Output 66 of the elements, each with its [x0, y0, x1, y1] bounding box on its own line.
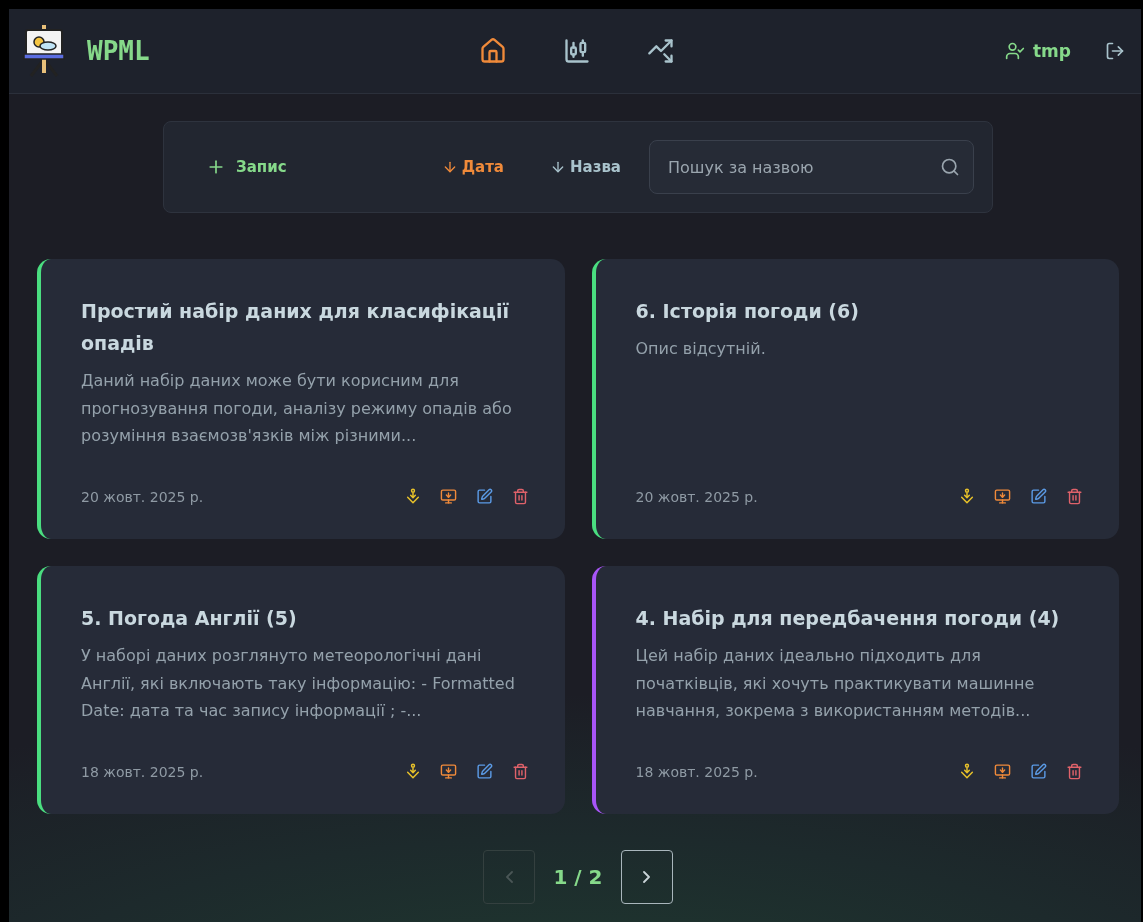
download-button[interactable] — [959, 488, 975, 505]
trash-icon — [511, 488, 529, 505]
card-date: 20 жовт. 2025 р. — [81, 488, 204, 505]
delete-button[interactable] — [1066, 488, 1083, 505]
download-button[interactable] — [404, 488, 421, 505]
next-page-button[interactable] — [620, 850, 673, 904]
card-title: 4. Набір для передбачення погоди (4) — [635, 606, 1061, 631]
trend-icon — [647, 37, 675, 65]
brand-name: WPML — [87, 36, 150, 66]
monitor-download-icon — [439, 488, 457, 505]
search-icon — [940, 157, 960, 177]
card-description: Опис відсутній. — [635, 338, 767, 360]
edit-button[interactable] — [475, 488, 493, 505]
dataset-card[interactable]: Простий набір даних для класифікації опадів Даний набір даних може бути корисним для прогнозування погоди, аналізу режиму опадів або розуміння взаємозв'язків між різними... 20 жовт. 2025 р. — [37, 259, 565, 539]
card-date: 20 жовт. 2025 р. — [635, 488, 758, 505]
user-icon — [1005, 41, 1025, 61]
monitor-download-icon — [994, 488, 1011, 505]
trash-icon — [511, 763, 529, 780]
download-button[interactable] — [959, 763, 975, 780]
card-description: Даний набір даних може бути корисним для прогнозування погоди, аналізу режиму опадів або розуміння взаємозв'язків між різними... — [81, 370, 513, 447]
dataset-card[interactable]: 5. Погода Англії (5) У наборі даних розглянуто метеорологічні дані Англії, які включають таку інформацію: - Formatted Date: дата та час запису інформації ; -... 18 жовт. 2025 р. — [37, 566, 565, 814]
card-title: 5. Погода Англії (5) — [81, 606, 298, 631]
dataset-card[interactable]: 6. Історія погоди (6) Опис відсутній. 20 жовт. 2025 р. — [591, 259, 1119, 539]
search-field[interactable]: Пошук за назвою — [649, 140, 974, 194]
edit-icon — [475, 488, 493, 505]
chevron-right-icon — [643, 871, 651, 883]
deploy-button[interactable] — [994, 488, 1011, 505]
chevron-left-icon — [505, 871, 513, 883]
logout-icon — [1105, 41, 1125, 61]
download-icon — [404, 488, 421, 504]
edit-button[interactable] — [1030, 488, 1047, 505]
edit-icon — [475, 763, 493, 780]
card-title: Простий набір даних для класифікації опадів — [81, 299, 510, 356]
dataset-card[interactable]: 4. Набір для передбачення погоди (4) Цей набір даних ідеально підходить для початківців, які хочуть практикувати машинне навчання, зокрема з використанням методів... 18 жовт. 2025 р. — [591, 566, 1119, 814]
arrow-down-icon — [550, 159, 566, 175]
delete-button[interactable] — [511, 488, 529, 505]
sort-button[interactable]: Дата — [435, 152, 510, 182]
user-link[interactable]: tmp — [1005, 41, 1071, 61]
edit-button[interactable] — [475, 763, 493, 780]
download-icon — [404, 763, 421, 779]
trash-icon — [1066, 763, 1083, 780]
trash-icon — [1066, 488, 1083, 505]
monitor-download-icon — [439, 763, 457, 780]
delete-button[interactable] — [511, 763, 529, 780]
page-indicator: 1 / 2 — [553, 865, 603, 889]
edit-button[interactable] — [1030, 763, 1047, 780]
add-record-button[interactable]: Запис — [200, 151, 293, 183]
edit-icon — [1030, 488, 1047, 505]
sort-button[interactable]: Назва — [544, 152, 627, 182]
delete-button[interactable] — [1066, 763, 1083, 780]
card-description: Цей набір даних ідеально підходить для початківців, які хочуть практикувати машинне навчання, зокрема з використанням методів... — [635, 645, 1036, 722]
deploy-button[interactable] — [994, 763, 1011, 780]
download-icon — [959, 763, 975, 779]
download-button[interactable] — [404, 763, 421, 780]
card-date: 18 жовт. 2025 р. — [81, 763, 204, 780]
edit-icon — [1030, 763, 1047, 780]
monitor-download-icon — [994, 763, 1011, 780]
home-icon — [479, 37, 507, 65]
deploy-button[interactable] — [439, 763, 457, 780]
deploy-button[interactable] — [439, 488, 457, 505]
easel-logo-icon — [23, 25, 65, 77]
card-title: 6. Історія погоди (6) — [635, 299, 860, 324]
card-description: У наборі даних розглянуто метеорологічні дані Англії, які включають таку інформацію: - Formatted Date: дата та час запису інформації ; -... — [81, 645, 516, 722]
download-icon — [959, 488, 975, 504]
candlestick-chart-icon — [563, 37, 591, 65]
card-date: 18 жовт. 2025 р. — [635, 763, 758, 780]
